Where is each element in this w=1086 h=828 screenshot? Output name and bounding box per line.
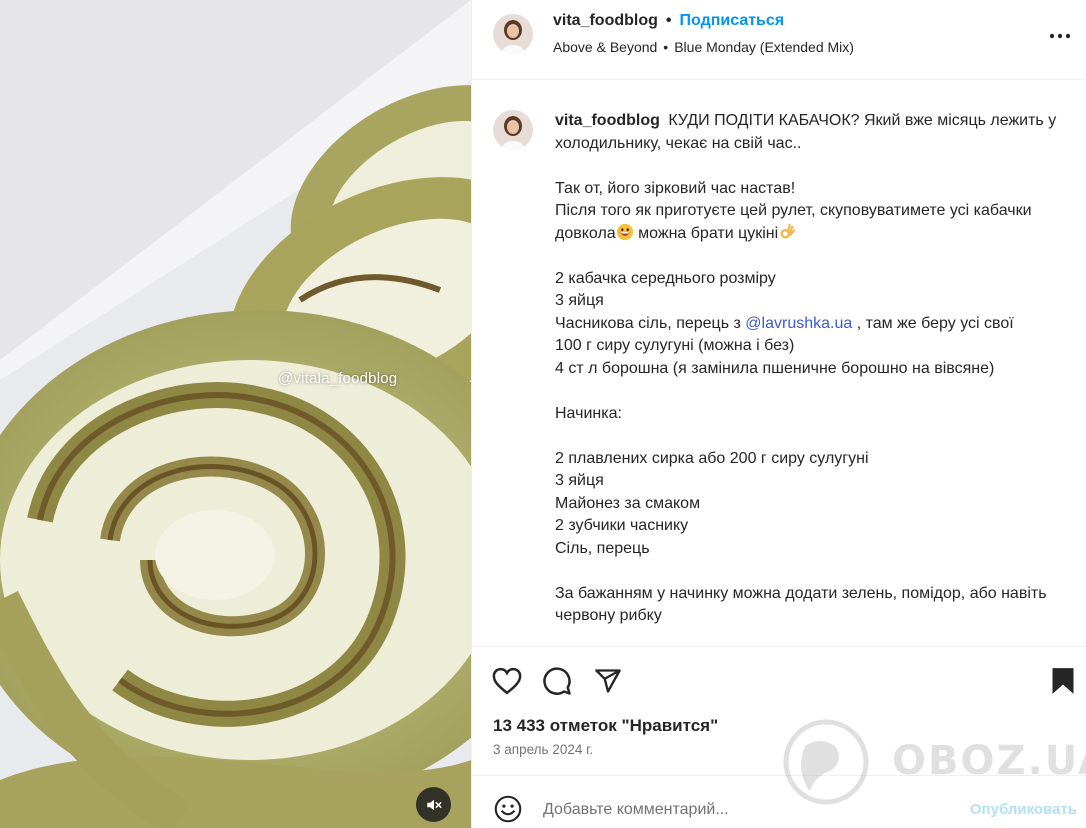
caption-line: 100 г сиру сулугуні (можна і без) xyxy=(555,337,795,354)
emoji-picker-button[interactable] xyxy=(493,794,523,824)
audio-track[interactable]: Blue Monday (Extended Mix) xyxy=(674,39,854,55)
audio-info[interactable]: Above & Beyond • Blue Monday (Extended M… xyxy=(553,39,854,55)
caption-line: Часникова сіль, перець з @lavrushka.ua ,… xyxy=(555,314,1014,332)
zucchini-roll-image xyxy=(0,0,471,828)
grinning-emoji-icon xyxy=(616,223,633,240)
comment-icon xyxy=(543,667,571,695)
heart-icon xyxy=(492,667,522,695)
caption-blank xyxy=(555,425,1080,448)
author-avatar[interactable] xyxy=(493,14,533,54)
caption-line: 3 яйця xyxy=(555,472,604,489)
caption-blank xyxy=(555,380,1080,403)
caption-line: 2 плавлених сирка або 200 г сиру сулугун… xyxy=(555,449,869,467)
emoji-icon xyxy=(494,795,522,823)
caption-line: Сіль, перець xyxy=(555,539,650,557)
caption-line: Так от, його зірковий час настав! xyxy=(555,179,796,197)
post-date[interactable]: 3 апрель 2024 г. xyxy=(493,742,593,757)
bookmark-icon xyxy=(1052,668,1074,694)
post-header: vita_foodblog • Подписаться Above & Beyo… xyxy=(472,0,1086,80)
comment-bar: Опубликовать xyxy=(472,775,1086,828)
comment-input[interactable] xyxy=(543,798,943,822)
caption-area: vita_foodblog КУДИ ПОДІТИ КАБАЧОК? Який … xyxy=(472,80,1086,646)
comment-button[interactable] xyxy=(541,665,573,697)
separator-dot: • xyxy=(665,12,672,29)
author-username[interactable]: vita_foodblog xyxy=(553,12,658,30)
media-watermark: @vitala_foodblog xyxy=(278,370,398,387)
save-button[interactable] xyxy=(1047,665,1079,697)
more-icon xyxy=(1049,33,1071,39)
caption-blank xyxy=(555,245,1080,268)
mute-button[interactable] xyxy=(416,787,451,822)
audio-artist[interactable]: Above & Beyond xyxy=(553,39,657,55)
mute-icon xyxy=(426,799,441,810)
header-title-row: vita_foodblog • Подписаться xyxy=(553,12,784,30)
like-button[interactable] xyxy=(491,665,523,697)
caption-line: За бажанням у начинку можна додати зелен… xyxy=(555,584,1047,625)
caption-line: Майонез за смаком xyxy=(555,494,701,512)
caption-line: 4 ст л борошна (я замінила пшеничне боро… xyxy=(555,359,995,377)
caption-text: vita_foodblog КУДИ ПОДІТИ КАБАЧОК? Який … xyxy=(555,110,1080,628)
share-button[interactable] xyxy=(592,665,624,697)
caption-line: Після того як приготуєте цей рулет, скуп… xyxy=(555,202,1032,242)
caption-line: 3 яйця xyxy=(555,292,604,309)
caption-line: 2 зубчики часнику xyxy=(555,517,689,534)
ok-hand-emoji-icon xyxy=(780,223,796,239)
mention-link[interactable]: @lavrushka.ua xyxy=(745,315,852,332)
caption-blank xyxy=(555,155,1080,178)
caption-username[interactable]: vita_foodblog xyxy=(555,112,660,129)
likes-count[interactable]: 13 433 отметок "Нравится" xyxy=(493,716,718,736)
caption-line: vita_foodblog КУДИ ПОДІТИ КАБАЧОК? Який … xyxy=(555,112,1057,152)
publish-button[interactable]: Опубликовать xyxy=(970,801,1077,818)
audio-separator: • xyxy=(663,39,669,55)
caption-line: 2 кабачка середнього розміру xyxy=(555,269,776,287)
follow-button[interactable]: Подписаться xyxy=(680,12,785,30)
caption-avatar[interactable] xyxy=(493,110,533,150)
post-media[interactable]: @vitala_foodblog xyxy=(0,0,471,828)
share-icon xyxy=(595,669,621,693)
caption-blank xyxy=(555,560,1080,583)
caption-line: Начинка: xyxy=(555,404,622,422)
more-options-button[interactable] xyxy=(1047,26,1073,46)
post-panel: vita_foodblog • Подписаться Above & Beyo… xyxy=(471,0,1086,828)
action-bar xyxy=(472,646,1086,716)
